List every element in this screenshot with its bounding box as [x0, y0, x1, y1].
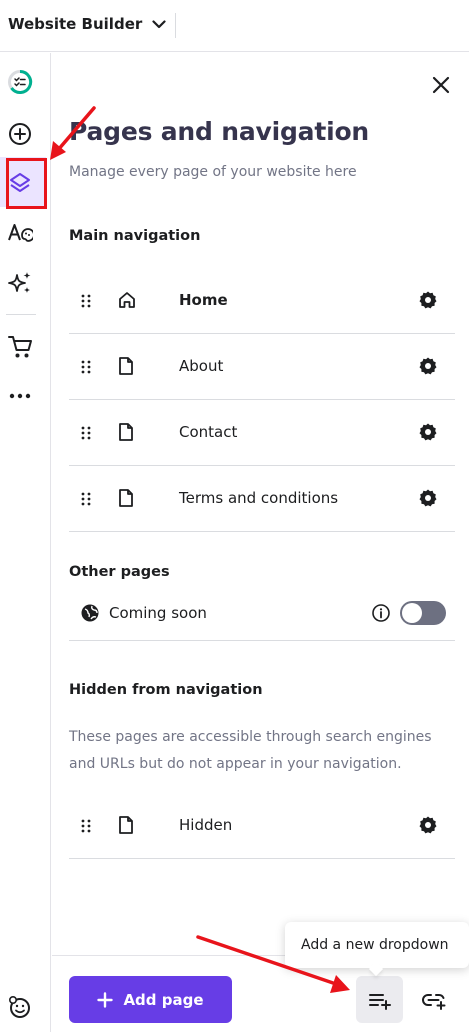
page-subtitle: Manage every page of your website here — [69, 164, 357, 180]
page-icon — [117, 356, 135, 380]
more-icon[interactable] — [5, 381, 35, 411]
other-pages-heading: Other pages — [69, 564, 170, 580]
divider — [6, 314, 36, 315]
gear-icon[interactable] — [418, 422, 438, 446]
nav-item-terms[interactable]: Terms and conditions — [69, 466, 455, 532]
add-dropdown-tooltip: Add a new dropdown — [285, 922, 469, 977]
link-add-icon — [422, 993, 446, 1010]
add-page-button[interactable]: Add page — [69, 976, 232, 1023]
main-navigation-heading: Main navigation — [69, 228, 201, 244]
feedback-smiley-icon[interactable] — [7, 994, 33, 1024]
app-name: Website Builder — [8, 15, 143, 33]
page-title: Pages and navigation — [69, 117, 370, 146]
nav-item-home[interactable]: Home — [69, 268, 455, 334]
globe-icon — [80, 603, 100, 627]
plus-icon — [97, 991, 114, 1008]
divider — [175, 13, 176, 38]
top-bar: Website Builder — [0, 0, 469, 52]
hidden-pages-list: Hidden — [69, 793, 455, 859]
cart-icon[interactable] — [5, 332, 35, 362]
drag-handle-icon[interactable] — [81, 293, 91, 312]
other-page-label: Coming soon — [109, 604, 207, 622]
tooltip-text: Add a new dropdown — [301, 937, 449, 953]
drag-handle-icon[interactable] — [81, 359, 91, 378]
hidden-pages-heading: Hidden from navigation — [69, 682, 263, 698]
main-navigation-list: Home About Contact Terms and conditions — [69, 268, 455, 532]
gear-icon[interactable] — [418, 290, 438, 314]
gear-icon[interactable] — [418, 356, 438, 380]
drag-handle-icon[interactable] — [81, 425, 91, 444]
toggle-knob — [402, 603, 422, 623]
drag-handle-icon[interactable] — [81, 818, 91, 837]
gear-icon[interactable] — [418, 488, 438, 512]
close-icon[interactable] — [429, 73, 453, 97]
info-icon[interactable] — [371, 603, 391, 627]
nav-item-label: Terms and conditions — [179, 489, 339, 507]
chevron-down-icon — [152, 15, 166, 33]
checklist-progress-icon[interactable] — [5, 67, 35, 97]
styles-palette-icon[interactable] — [5, 219, 35, 249]
page-icon — [117, 422, 135, 446]
coming-soon-toggle[interactable] — [400, 601, 446, 625]
add-element-icon[interactable] — [5, 119, 35, 149]
page-icon — [117, 815, 135, 839]
drag-handle-icon[interactable] — [81, 491, 91, 510]
nav-item-label: Home — [179, 291, 228, 309]
other-page-coming-soon[interactable]: Coming soon — [69, 587, 455, 641]
hidden-pages-description: These pages are accessible through searc… — [69, 729, 432, 772]
list-add-icon — [368, 993, 391, 1010]
nav-item-about[interactable]: About — [69, 334, 455, 400]
pages-panel: Pages and navigation Manage every page o… — [52, 53, 469, 1032]
nav-item-contact[interactable]: Contact — [69, 400, 455, 466]
app-switcher[interactable]: Website Builder — [8, 15, 166, 33]
annotation-highlight-box — [6, 158, 47, 209]
hidden-page-item[interactable]: Hidden — [69, 793, 455, 859]
ai-sparkle-icon[interactable] — [5, 268, 35, 298]
add-dropdown-button[interactable] — [356, 976, 403, 1023]
add-link-button[interactable] — [414, 976, 454, 1023]
page-icon — [117, 488, 135, 512]
add-page-label: Add page — [123, 990, 204, 1009]
nav-item-label: About — [179, 357, 224, 375]
gear-icon[interactable] — [418, 815, 438, 839]
nav-item-label: Contact — [179, 423, 238, 441]
hidden-page-label: Hidden — [179, 816, 233, 834]
home-icon — [117, 290, 137, 314]
